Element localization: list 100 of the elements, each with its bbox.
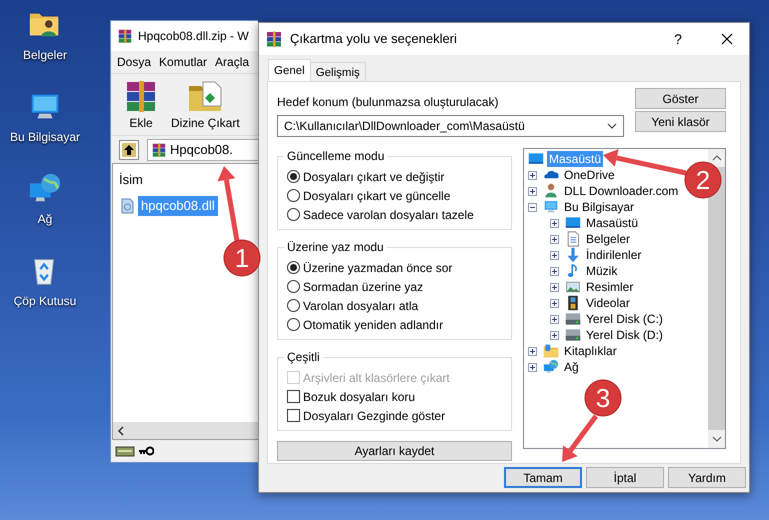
tree-item[interactable]: İndirilenler: [584, 247, 644, 263]
radio-button[interactable]: [287, 208, 300, 221]
arrow: [562, 414, 598, 462]
menu-item[interactable]: Araçla: [211, 53, 254, 71]
drive-icon: [565, 311, 581, 327]
expand-icon[interactable]: [550, 314, 559, 324]
up-button[interactable]: [119, 140, 139, 160]
desktop-icon-label[interactable]: Ağ: [38, 210, 52, 228]
desktop-icon-label[interactable]: Bu Bilgisayar: [10, 128, 80, 146]
monitor-icon: [543, 199, 559, 215]
film-icon: [565, 295, 581, 311]
group-title: Güncelleme modu: [284, 149, 388, 163]
expand-icon[interactable]: [528, 186, 537, 196]
option-label[interactable]: Otomatik yeniden adlandır: [303, 316, 444, 334]
person-icon: [543, 183, 559, 199]
checkbox[interactable]: [287, 390, 300, 403]
tree-item[interactable]: Ağ: [562, 359, 581, 375]
expand-icon[interactable]: [550, 266, 559, 276]
desktop-icon-label[interactable]: Çöp Kutusu: [14, 292, 76, 310]
window-title: Hpqcob08.dll.zip - W: [138, 28, 249, 45]
dialog-button[interactable]: Yardım: [668, 467, 746, 488]
option-label[interactable]: Dosyaları çıkart ve değiştir: [303, 168, 444, 186]
step-badge: 1: [224, 240, 260, 276]
expand-icon[interactable]: [528, 362, 537, 372]
radio-button[interactable]: [287, 318, 300, 331]
tree-item[interactable]: Masaüstü: [584, 215, 640, 231]
chevron-down-icon: [607, 123, 617, 129]
expand-icon[interactable]: [550, 250, 559, 260]
chevron-down-icon[interactable]: [712, 436, 722, 442]
tree-item[interactable]: DLL Downloader.com: [562, 183, 680, 199]
close-icon: [721, 33, 733, 45]
picture-icon: [565, 279, 581, 295]
option-label[interactable]: Dosyaları çıkart ve güncelle: [303, 186, 450, 204]
step-badge: 3: [584, 380, 622, 416]
option-label[interactable]: Sadece varolan dosyaları tazele: [303, 206, 474, 224]
drive-icon[interactable]: [115, 445, 135, 457]
checkbox[interactable]: [287, 409, 300, 422]
option-label[interactable]: Dosyaları Gezginde göster: [303, 406, 446, 424]
expand-icon[interactable]: [550, 330, 559, 340]
up-arrow-icon: [122, 142, 136, 156]
tree-item[interactable]: Videolar: [584, 295, 632, 311]
dialog-title: Çıkartma yolu ve seçenekleri: [290, 30, 457, 48]
tree-item[interactable]: Resimler: [584, 279, 636, 295]
tree-item[interactable]: Belgeler: [584, 231, 632, 247]
column-header[interactable]: İsim: [119, 170, 143, 190]
drive-icon: [565, 327, 581, 343]
expand-icon[interactable]: [550, 282, 559, 292]
archive-icon: [117, 28, 133, 44]
tree-item[interactable]: Müzik: [584, 263, 620, 279]
toolbar-button[interactable]: Dizine Çıkart: [167, 78, 244, 132]
dialog-button[interactable]: Yeni klasör: [635, 111, 726, 132]
tab[interactable]: Genel: [268, 59, 311, 81]
expand-icon[interactable]: [528, 346, 537, 356]
path-combobox[interactable]: C:\Kullanıcılar\DllDownloader_com\Masaüstü: [277, 115, 624, 137]
desktop-icon-label[interactable]: Belgeler: [22, 46, 68, 64]
tree-item[interactable]: OneDrive: [562, 167, 617, 183]
menu-item[interactable]: Dosya: [113, 53, 156, 71]
tree-item[interactable]: Yerel Disk (D:): [584, 327, 665, 343]
help-button[interactable]: ?: [658, 28, 698, 50]
dialog-button[interactable]: İptal: [586, 467, 664, 488]
radio-button[interactable]: [287, 299, 300, 312]
library-folder-icon: [543, 343, 559, 359]
globe-monitor-icon: [543, 359, 559, 375]
dialog-button[interactable]: Tamam: [504, 467, 582, 488]
option-label[interactable]: Varolan dosyaları atla: [303, 296, 418, 314]
radio-button[interactable]: [287, 170, 300, 183]
option-label[interactable]: Bozuk dosyaları koru: [303, 388, 416, 406]
desktop-icon: [528, 151, 544, 167]
archive-icon: [265, 30, 283, 48]
download-arrow-icon: [565, 247, 581, 263]
group-title: Üzerine yaz modu: [284, 240, 387, 254]
expand-icon[interactable]: [550, 234, 559, 244]
dialog-button[interactable]: Göster: [635, 88, 726, 109]
horizontal-scrollbar[interactable]: [113, 422, 258, 439]
radio-button[interactable]: [287, 261, 300, 274]
file-icon: [121, 198, 134, 214]
group-title: Çeşitli: [284, 350, 323, 364]
tree-item[interactable]: Bu Bilgisayar: [562, 199, 636, 215]
save-settings-button[interactable]: Ayarları kaydet: [277, 441, 512, 461]
document-icon: [565, 231, 581, 247]
chevron-up-icon[interactable]: [712, 155, 722, 161]
address-field[interactable]: Hpqcob08.: [147, 138, 258, 160]
collapse-icon[interactable]: [528, 202, 537, 212]
radio-button[interactable]: [287, 280, 300, 293]
radio-button[interactable]: [287, 189, 300, 202]
tree-item[interactable]: Yerel Disk (C:): [584, 311, 665, 327]
menu-item[interactable]: Komutlar: [155, 53, 212, 71]
step-badge: 2: [684, 162, 722, 198]
option-label[interactable]: Sormadan üzerine yaz: [303, 278, 424, 296]
toolbar-button[interactable]: Ekle: [119, 78, 163, 132]
expand-icon[interactable]: [550, 298, 559, 308]
expand-icon[interactable]: [528, 170, 537, 180]
field-label: Hedef konum (bulunmazsa oluşturulacak): [277, 94, 500, 111]
archive-icon: [151, 142, 167, 158]
key-icon[interactable]: [138, 446, 154, 456]
desktop-icon: [565, 215, 581, 231]
option-label[interactable]: Üzerine yazmadan önce sor: [303, 258, 452, 276]
tab[interactable]: Gelişmiş: [310, 62, 366, 81]
expand-icon[interactable]: [550, 218, 559, 228]
tree-item[interactable]: Kitaplıklar: [562, 343, 619, 359]
